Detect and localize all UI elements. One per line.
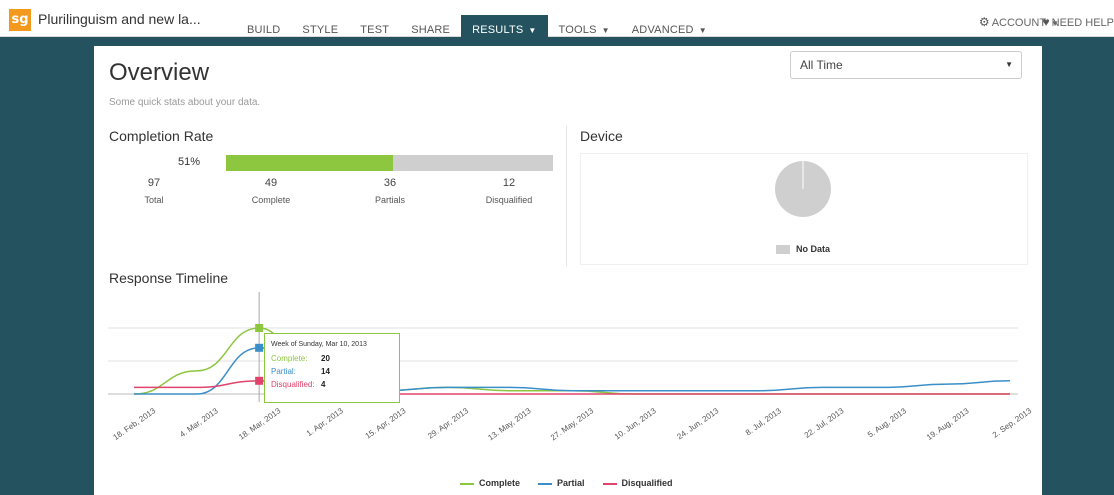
nav-test[interactable]: TEST [349, 15, 400, 45]
heart-icon: ♥ [1042, 15, 1050, 29]
survey-title[interactable]: Plurilinguism and new la... [38, 11, 201, 27]
response-timeline-chart[interactable]: 18. Feb, 2013 4. Mar, 2013 18. Mar, 2013 1.… [94, 286, 1042, 486]
top-bar: sg Plurilinguism and new la... BUILD STY… [0, 0, 1114, 45]
nav-tools[interactable]: TOOLS ▼ [548, 15, 621, 45]
timeline-title: Response Timeline [109, 270, 229, 286]
completion-bar [226, 155, 553, 171]
x-tick-label: 10. Jun, 2013 [613, 406, 658, 441]
x-tick-label: 18. Mar, 2013 [237, 406, 283, 442]
nav-build[interactable]: BUILD [236, 15, 291, 45]
x-tick-label: 15. Apr, 2013 [364, 406, 408, 441]
legend-line-swatch [538, 482, 553, 485]
need-help-link[interactable]: ♥ NEED HELP [1043, 15, 1114, 29]
legend-disqualified[interactable]: Disqualified [602, 478, 673, 488]
x-tick-label: 8. Jul, 2013 [744, 406, 783, 437]
x-tick-label: 13. May, 2013 [486, 406, 533, 442]
x-tick-label: 1. Apr, 2013 [305, 406, 346, 438]
caret-down-icon: ▼ [698, 26, 707, 35]
point-marker-disqualified[interactable] [255, 376, 264, 385]
x-tick-label: 27. May, 2013 [549, 406, 596, 442]
point-marker-complete[interactable] [255, 324, 264, 332]
gear-icon: ⚙ [978, 15, 990, 29]
legend-swatch [776, 245, 790, 255]
x-tick-label: 5. Aug, 2013 [866, 406, 908, 439]
device-legend: No Data [776, 244, 830, 255]
section-divider [566, 126, 567, 266]
tooltip-row-complete: Complete: 20 [271, 354, 330, 363]
results-panel: Overview Some quick stats about your dat… [94, 46, 1042, 495]
x-tick-label: 29. Apr, 2013 [426, 406, 470, 441]
stat-complete-value: 49 [264, 177, 278, 189]
stat-total-label: Total [144, 195, 164, 205]
x-tick-label: 4. Mar, 2013 [178, 406, 220, 439]
nav-style[interactable]: STYLE [291, 15, 349, 45]
tooltip-row-partial: Partial: 14 [271, 367, 330, 376]
point-marker-partial[interactable] [255, 343, 264, 352]
x-tick-label: 24. Jun, 2013 [675, 406, 720, 441]
completion-percent: 51% [178, 156, 201, 168]
page-title: Overview [109, 59, 210, 86]
device-title: Device [580, 128, 623, 144]
app-logo[interactable]: sg [9, 9, 31, 31]
stat-partials-label: Partials [374, 195, 405, 205]
stat-partials-value: 36 [383, 177, 397, 189]
completion-bar-fill [226, 155, 393, 171]
caret-down-icon: ▼ [528, 26, 537, 35]
page-subtitle: Some quick stats about your data. [109, 97, 261, 108]
x-tick-label: 2. Sep, 2013 [991, 406, 1034, 440]
legend-line-swatch [602, 482, 617, 485]
legend-line-swatch [460, 482, 474, 485]
x-tick-label: 18. Feb, 2013 [112, 406, 158, 442]
stat-disqualified-value: 12 [502, 177, 516, 189]
stat-disqualified-label: Disqualified [485, 195, 533, 205]
caret-down-icon: ▼ [1005, 60, 1013, 69]
nav-results[interactable]: RESULTS ▼ [461, 15, 548, 45]
legend-partial[interactable]: Partial [538, 478, 585, 488]
tooltip-heading: Week of Sunday, Mar 10, 2013 [271, 341, 367, 348]
x-tick-label: 22. Jul, 2013 [803, 406, 846, 440]
caret-down-icon: ▼ [601, 26, 610, 35]
nav-advanced[interactable]: ADVANCED ▼ [621, 15, 718, 45]
timeline-legend: Complete Partial Disqualified [460, 478, 673, 488]
legend-complete[interactable]: Complete [460, 478, 520, 488]
x-tick-label: 19. Aug, 2013 [925, 406, 971, 442]
time-filter-select[interactable]: All Time ▼ [790, 51, 1022, 79]
completion-rate-title: Completion Rate [109, 128, 214, 144]
stat-complete-label: Complete [251, 195, 291, 205]
tooltip-row-disqualified: Disqualified: 4 [271, 380, 326, 389]
chart-tooltip: Week of Sunday, Mar 10, 2013 Complete: 20… [264, 333, 400, 403]
nav-share[interactable]: SHARE [400, 15, 461, 45]
stat-total-value: 97 [147, 177, 161, 189]
main-nav: BUILD STYLE TEST SHARE RESULTS ▼ TOOLS ▼ A… [236, 15, 718, 45]
